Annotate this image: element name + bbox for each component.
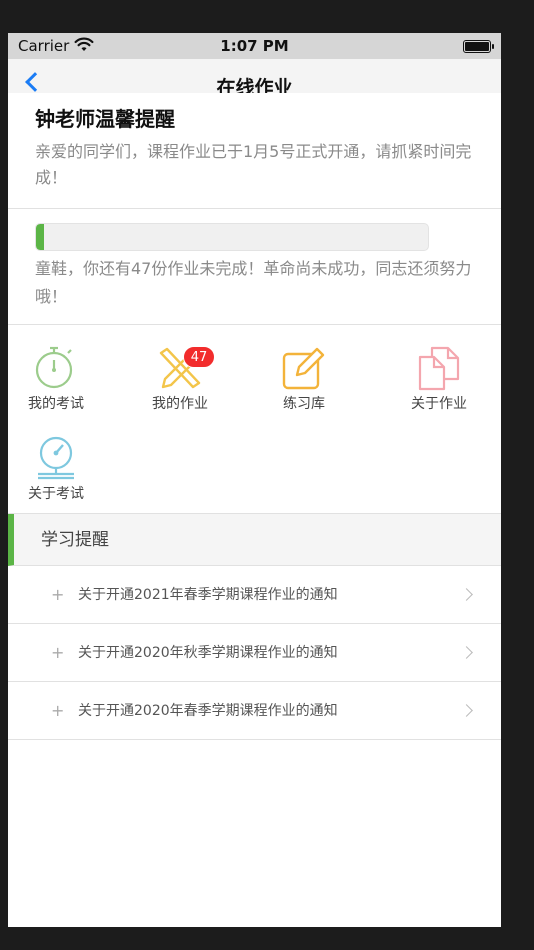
grid-item-my-homework[interactable]: 47 我的作业 — [140, 345, 220, 413]
chevron-right-icon — [460, 704, 473, 717]
status-time: 1:07 PM — [220, 37, 289, 55]
chevron-right-icon — [460, 646, 473, 659]
teacher-notice: 钟老师温馨提醒 亲爱的同学们，课程作业已于1月5号正式开通，请抓紧时间完成！ — [8, 93, 501, 209]
battery-icon — [463, 40, 494, 53]
nav-title: 在线作业 — [216, 77, 293, 93]
documents-icon — [418, 346, 460, 391]
grid-label: 我的考试 — [28, 396, 84, 412]
progress-bar — [35, 223, 429, 251]
list-item[interactable]: + 关于开通2020年秋季学期课程作业的通知 — [8, 624, 501, 682]
grid-label: 关于考试 — [28, 486, 84, 502]
status-bar: Carrier 1:07 PM — [8, 33, 501, 59]
grid-item-practice-library[interactable]: 练习库 — [264, 345, 344, 413]
grid-label: 关于作业 — [411, 396, 467, 412]
notice-text: 亲爱的同学们，课程作业已于1月5号正式开通，请抓紧时间完成！ — [35, 142, 472, 187]
plus-icon: + — [51, 585, 65, 604]
progress-text: 童鞋，你还有47份作业未完成！革命尚未成功，同志还须努力哦！ — [35, 259, 472, 306]
grid-item-my-exams[interactable]: 我的考试 — [16, 345, 96, 413]
grid-item-about-homework[interactable]: 关于作业 — [399, 345, 479, 413]
list-item[interactable]: + 关于开通2021年春季学期课程作业的通知 — [8, 566, 501, 624]
notice-title: 钟老师温馨提醒 — [35, 107, 175, 131]
list-item-title: 关于开通2021年春季学期课程作业的通知 — [78, 587, 338, 603]
function-grid: 我的考试 47 我的作业 练习库 关于作业 关于考试 — [8, 325, 501, 514]
grid-label: 练习库 — [283, 396, 325, 412]
progress-fill — [36, 224, 44, 250]
phone-screen: Carrier 1:07 PM 在线作业 钟老师温馨提醒 亲爱的同学们，课程作业… — [8, 33, 501, 927]
list-item[interactable]: + 关于开通2020年春季学期课程作业的通知 — [8, 682, 501, 740]
progress-section: 童鞋，你还有47份作业未完成！革命尚未成功，同志还须努力哦！ — [8, 209, 501, 325]
edit-icon — [282, 347, 325, 390]
plus-icon: + — [51, 643, 65, 662]
homework-count-badge: 47 — [183, 346, 215, 368]
nav-bar: 在线作业 — [8, 59, 501, 93]
reminder-section-header: 学习提醒 — [8, 514, 501, 566]
plus-icon: + — [51, 701, 65, 720]
list-item-title: 关于开通2020年秋季学期课程作业的通知 — [78, 645, 338, 661]
grid-item-about-exams[interactable]: 关于考试 — [16, 435, 96, 503]
stopwatch-icon — [35, 346, 73, 389]
list-item-title: 关于开通2020年春季学期课程作业的通知 — [78, 703, 338, 719]
grid-label: 我的作业 — [152, 396, 208, 412]
chevron-right-icon — [460, 588, 473, 601]
gauge-icon — [38, 436, 74, 480]
